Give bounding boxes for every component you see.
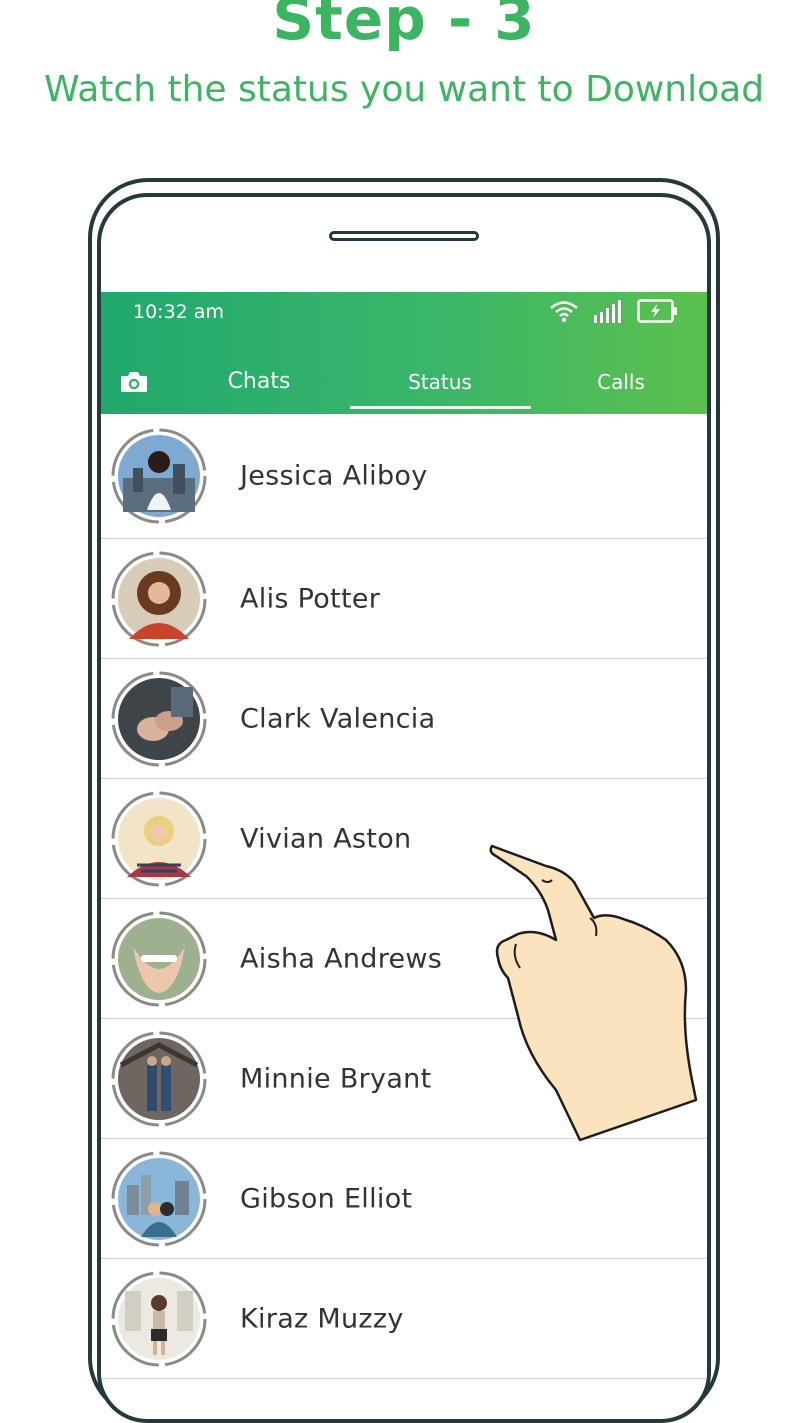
tab-bar: Chats Status Calls (101, 364, 707, 410)
list-item[interactable]: Gibson Elliot (101, 1139, 707, 1259)
contact-name: Aisha Andrews (240, 943, 443, 974)
signal-icon (593, 299, 623, 327)
avatar[interactable] (111, 671, 207, 767)
contact-name: Minnie Bryant (240, 1063, 432, 1094)
step-subtitle: Watch the status you want to Download (43, 69, 765, 110)
list-item[interactable]: Alis Potter (101, 539, 707, 659)
contact-name: Gibson Elliot (240, 1183, 413, 1214)
app-header: 10:32 am Chats Status Calls (101, 292, 707, 414)
tab-calls[interactable]: Calls (531, 367, 707, 397)
tab-chats[interactable]: Chats (169, 367, 349, 397)
camera-icon[interactable] (119, 369, 149, 399)
avatar[interactable] (111, 1151, 207, 1247)
active-tab-indicator (350, 406, 531, 409)
contact-name: Clark Valencia (240, 703, 436, 734)
pointing-hand-icon (486, 840, 706, 1149)
phone-screen: 10:32 am Chats Status Calls Jessica Alib… (97, 193, 711, 1423)
avatar[interactable] (111, 1031, 207, 1127)
step-title: Step - 3 (272, 0, 536, 53)
contact-name: Kiraz Muzzy (240, 1303, 404, 1334)
list-item[interactable]: Jessica Aliboy (101, 414, 707, 539)
list-item[interactable]: Clark Valencia (101, 659, 707, 779)
contact-name: Alis Potter (240, 583, 381, 614)
contact-name: Jessica Aliboy (240, 460, 428, 492)
avatar[interactable] (111, 1271, 207, 1367)
wifi-icon (549, 299, 579, 327)
avatar[interactable] (111, 428, 207, 524)
avatar[interactable] (111, 791, 207, 887)
contact-name: Vivian Aston (240, 823, 412, 854)
avatar[interactable] (111, 911, 207, 1007)
battery-charging-icon (637, 298, 679, 328)
avatar[interactable] (111, 551, 207, 647)
tab-status[interactable]: Status (350, 367, 530, 397)
status-icons (549, 298, 679, 328)
status-time: 10:32 am (133, 301, 224, 323)
list-item[interactable]: Kiraz Muzzy (101, 1259, 707, 1379)
phone-speaker (329, 231, 479, 241)
